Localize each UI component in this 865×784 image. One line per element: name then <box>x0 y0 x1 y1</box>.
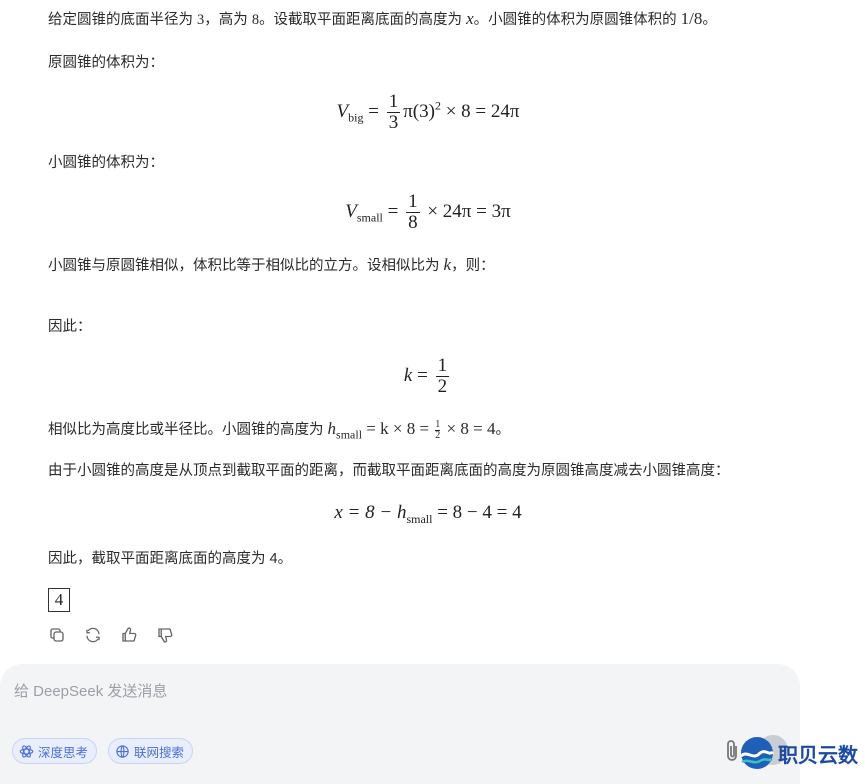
frac-denominator: 8 <box>408 212 418 233</box>
refresh-icon[interactable] <box>84 626 102 644</box>
small-formula-tail: × 24π = 3π <box>427 200 511 222</box>
thumbs-down-icon[interactable] <box>156 626 174 644</box>
composer-placeholder[interactable]: 给 DeepSeek 发送消息 <box>14 680 167 701</box>
similarity-k: k <box>443 255 452 274</box>
half-inline-fraction: 12 <box>435 418 441 441</box>
intro-text-d: 。小圆锥的体积为原圆锥体积的 <box>473 12 681 28</box>
one-third-fraction: 13 <box>386 91 401 133</box>
similarity-text-b: ，则： <box>451 258 495 274</box>
similarity-text-a: 小圆锥与原圆锥相似，体积比等于相似比的立方。设相似比为 <box>48 258 444 274</box>
equals-sign: = <box>387 200 399 222</box>
small-subscript: small <box>406 511 433 526</box>
small-subscript: small <box>336 427 363 442</box>
frac-numerator: 1 <box>435 355 450 377</box>
equals-sign: = <box>368 100 379 122</box>
intro-ratio: 1/8 <box>680 9 703 28</box>
x-expr-b: = 8 − 4 = 4 <box>437 502 522 523</box>
reason-paragraph: 由于小圆锥的高度是从顶点到截取平面的距离，而截取平面距离底面的高度为原圆锥高度减… <box>48 463 730 479</box>
message-actions <box>48 626 174 644</box>
conclusion-paragraph: 因此，截取平面距离底面的高度为 4。 <box>48 551 293 567</box>
intro-text-e: 。 <box>702 12 717 28</box>
small-cone-label: 小圆锥的体积为： <box>48 155 164 171</box>
small-volume-formula: Vsmall = 18 × 24π = 3π <box>48 192 808 233</box>
message-composer[interactable]: 给 DeepSeek 发送消息 <box>0 664 800 784</box>
V-symbol: V <box>336 100 349 122</box>
big-volume-formula: Vbig = 1 3 π(3)2 × 8 = 24π <box>48 92 808 133</box>
deep-think-label: 深度思考 <box>38 745 89 760</box>
intro-text-c: 。设截取平面距离底面的高度为 <box>259 12 467 28</box>
height-text-b: 。 <box>495 422 510 438</box>
watermark-brand: 职贝云数 <box>738 733 858 773</box>
brand-text: 职贝云数 <box>778 744 858 767</box>
web-search-label: 联网搜索 <box>134 745 185 760</box>
big-subscript: big <box>348 110 364 125</box>
atom-icon <box>19 744 34 758</box>
similarity-paragraph: 小圆锥与原圆锥相似，体积比等于相似比的立方。设相似比为 k，则： <box>48 254 495 277</box>
frac-numerator: 1 <box>406 191 420 213</box>
web-search-button[interactable]: 联网搜索 <box>108 738 194 764</box>
V-symbol: V <box>345 200 357 222</box>
height-expr: = k × 8 = <box>366 419 430 438</box>
one-eighth-fraction: 18 <box>406 192 420 233</box>
k-symbol: k <box>403 364 413 386</box>
height-text-a: 相似比为高度比或半径比。小圆锥的高度为 <box>48 422 328 438</box>
big-formula-middle: π(3) <box>403 100 435 122</box>
height-expr-tail: × 8 = 4 <box>446 419 496 438</box>
big-cone-label: 原圆锥的体积为： <box>48 55 164 71</box>
frac-numerator: 1 <box>386 91 401 113</box>
therefore-label: 因此： <box>48 319 92 335</box>
intro-paragraph: 给定圆锥的底面半径为 3，高为 8。设截取平面距离底面的高度为 x。小圆锥的体积… <box>48 8 717 31</box>
intro-x: x <box>466 9 474 28</box>
thumbs-up-icon[interactable] <box>120 626 138 644</box>
intro-text-b: ，高为 <box>204 12 252 28</box>
globe-icon <box>116 744 129 758</box>
intro-height: 8 <box>251 12 260 28</box>
boxed-answer: 4 <box>48 588 70 612</box>
frac-denominator: 3 <box>388 112 399 133</box>
intro-text-a: 给定圆锥的底面半径为 <box>48 12 198 28</box>
square-exponent: 2 <box>434 98 441 113</box>
small-subscript: small <box>356 210 383 225</box>
deep-think-button[interactable]: 深度思考 <box>12 738 98 764</box>
frac-numerator: 1 <box>435 418 441 431</box>
big-formula-tail: × 8 = 24π <box>445 100 520 122</box>
one-half-fraction: 12 <box>435 355 450 397</box>
k-formula: k = 12 <box>48 356 808 397</box>
frac-denominator: 2 <box>437 376 448 397</box>
h-symbol: h <box>327 419 337 438</box>
copy-icon[interactable] <box>48 626 66 644</box>
height-paragraph: 相似比为高度比或半径比。小圆锥的高度为 hsmall = k × 8 = 12 … <box>48 418 510 445</box>
equals-sign: = <box>417 364 428 386</box>
frac-denominator: 2 <box>435 429 441 441</box>
x-expr-a: x = 8 − <box>334 502 393 523</box>
brand-logo-icon <box>739 737 775 769</box>
x-formula: x = 8 − hsmall = 8 − 4 = 4 <box>48 502 808 527</box>
